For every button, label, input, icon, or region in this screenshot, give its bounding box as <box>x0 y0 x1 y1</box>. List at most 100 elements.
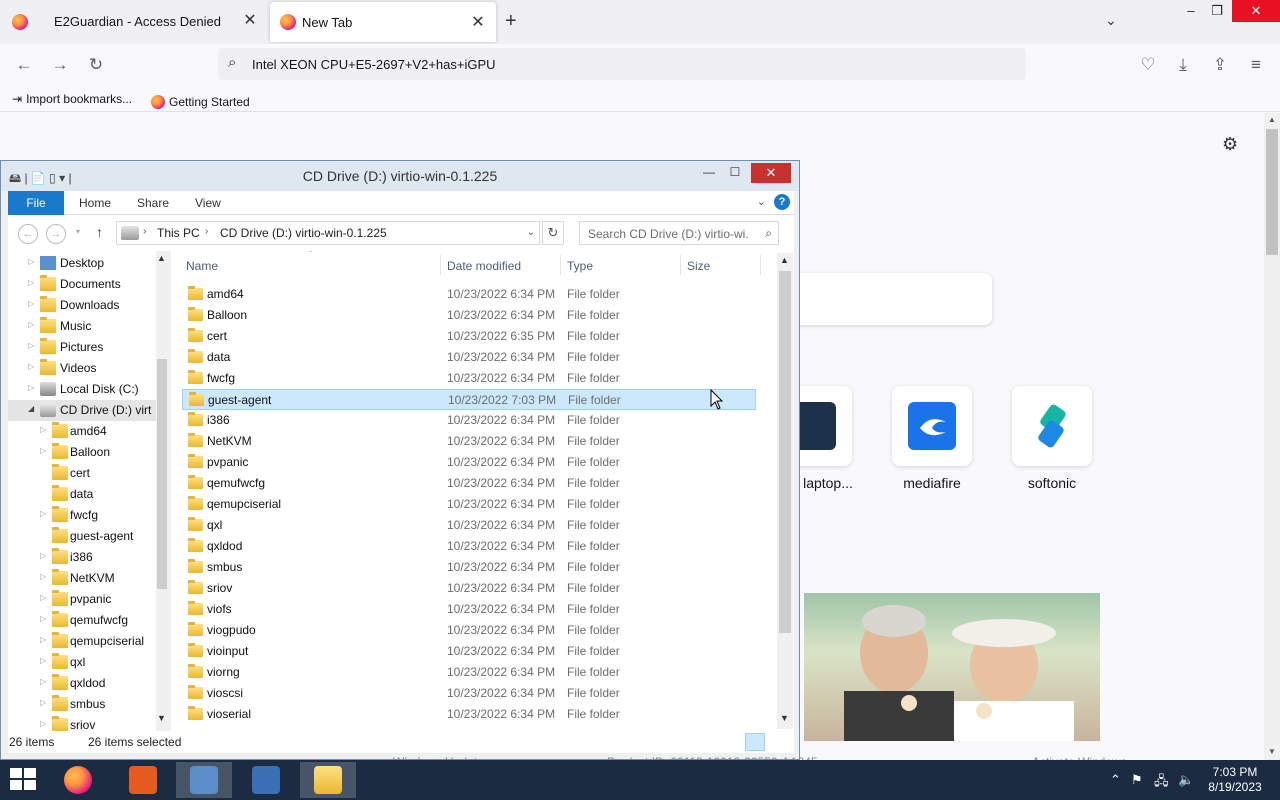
extensions-icon[interactable]: ⇪ <box>1210 55 1230 75</box>
restore-icon[interactable]: ❐ <box>1202 0 1232 22</box>
list-all-tabs-icon[interactable]: ⌄ <box>1105 12 1117 29</box>
nav-item-pvpanic[interactable]: ▷ pvpanic <box>8 589 158 610</box>
maximize-icon[interactable]: ☐ <box>721 165 749 185</box>
close-tab-icon[interactable]: ✕ <box>468 13 488 33</box>
file-row[interactable]: viorng 10/23/2022 6:34 PM File folder <box>182 662 756 683</box>
nav-item-local-disk[interactable]: ▷ Local Disk (C:) <box>8 379 158 400</box>
ribbon-tab-share[interactable]: Share <box>137 196 169 210</box>
search-input[interactable]: Search CD Drive (D:) virtio-wi... ⌕ <box>579 221 779 245</box>
scroll-down-icon[interactable]: ▼ <box>1268 747 1276 756</box>
ribbon-tab-home[interactable]: Home <box>79 196 111 210</box>
file-row[interactable]: guest-agent 10/23/2022 7:03 PM File folder <box>182 389 756 410</box>
minimize-icon[interactable]: — <box>695 165 723 185</box>
show-hidden-icons-icon[interactable]: ⌃ <box>1110 772 1121 788</box>
nav-item-sriov[interactable]: ▷ sriov <box>8 715 158 731</box>
explorer-title-bar[interactable]: 🖴 | 📄 ▯ ▾ | CD Drive (D:) virtio-win-0.1… <box>1 161 799 191</box>
file-row[interactable]: data 10/23/2022 6:34 PM File folder <box>182 347 756 368</box>
nav-item-qxldod[interactable]: ▷ qxldod <box>8 673 158 694</box>
column-header-type[interactable]: Type <box>567 259 593 273</box>
bookmark-import[interactable]: ⇥ Import bookmarks... <box>12 92 132 106</box>
expand-arrow-icon[interactable]: ▷ <box>40 677 46 686</box>
downloads-icon[interactable]: ⤓ <box>1173 55 1193 75</box>
bookmark-getting-started[interactable]: Getting Started <box>151 92 250 109</box>
file-row[interactable]: viogpudo 10/23/2022 6:34 PM File folder <box>182 620 756 641</box>
file-row[interactable]: smbus 10/23/2022 6:34 PM File folder <box>182 557 756 578</box>
scroll-down-icon[interactable]: ▼ <box>780 713 789 723</box>
expand-arrow-icon[interactable]: ▷ <box>40 446 46 455</box>
ribbon-tab-file[interactable]: File <box>8 191 64 215</box>
taskbar-remote-desktop[interactable] <box>238 762 294 798</box>
network-icon[interactable]: 🖧 <box>1154 772 1169 794</box>
column-divider[interactable] <box>680 255 681 275</box>
address-bar[interactable]: › This PC › CD Drive (D:) virtio-win-0.1… <box>116 221 540 245</box>
breadcrumb-chevron-icon[interactable]: › <box>205 226 208 237</box>
breadcrumb-this-pc[interactable]: This PC <box>157 226 200 240</box>
file-row[interactable]: NetKVM 10/23/2022 6:34 PM File folder <box>182 431 756 452</box>
forward-icon[interactable]: → <box>50 55 70 75</box>
scroll-up-icon[interactable]: ▲ <box>780 255 789 265</box>
file-row[interactable]: qxldod 10/23/2022 6:34 PM File folder <box>182 536 756 557</box>
file-row[interactable]: vioserial 10/23/2022 6:34 PM File folder <box>182 704 756 725</box>
nav-item-music[interactable]: ▷ Music <box>8 316 158 337</box>
nav-item-balloon[interactable]: ▷ Balloon <box>8 442 158 463</box>
scroll-thumb[interactable] <box>1266 129 1278 255</box>
file-row[interactable]: vioscsi 10/23/2022 6:34 PM File folder <box>182 683 756 704</box>
file-row[interactable]: qemupciserial 10/23/2022 6:34 PM File fold… <box>182 494 756 515</box>
expand-arrow-icon[interactable]: ▷ <box>40 551 46 560</box>
nav-item-amd64[interactable]: ▷ amd64 <box>8 421 158 442</box>
scroll-up-icon[interactable]: ▲ <box>1268 115 1276 124</box>
scroll-down-icon[interactable]: ▼ <box>157 713 166 723</box>
nav-item-documents[interactable]: ▷ Documents <box>8 274 158 295</box>
expand-arrow-icon[interactable]: ▷ <box>40 593 46 602</box>
large-icons-view-icon[interactable] <box>768 733 788 751</box>
nav-item-pictures[interactable]: ▷ Pictures <box>8 337 158 358</box>
file-row[interactable]: viofs 10/23/2022 6:34 PM File folder <box>182 599 756 620</box>
expand-arrow-icon[interactable]: ▷ <box>40 698 46 707</box>
nav-pane-scrollbar[interactable]: ▲ ▼ <box>156 251 168 731</box>
file-row[interactable]: fwcfg 10/23/2022 6:34 PM File folder <box>182 368 756 389</box>
file-row[interactable]: Balloon 10/23/2022 6:34 PM File folder <box>182 305 756 326</box>
nav-item-cert[interactable]: cert <box>8 463 158 484</box>
file-row[interactable]: cert 10/23/2022 6:35 PM File folder <box>182 326 756 347</box>
shortcut-tile-softonic[interactable] <box>1012 386 1092 466</box>
details-view-icon[interactable] <box>745 733 765 751</box>
new-tab-button[interactable]: + <box>505 10 517 32</box>
column-divider[interactable] <box>440 255 441 275</box>
expand-arrow-icon[interactable]: ▷ <box>40 719 46 728</box>
file-row[interactable]: i386 10/23/2022 6:34 PM File folder <box>182 410 756 431</box>
scroll-thumb[interactable] <box>779 271 791 633</box>
settings-gear-icon[interactable]: ⚙ <box>1222 134 1238 155</box>
pocket-icon[interactable]: ♡ <box>1138 55 1158 75</box>
url-bar[interactable]: ⌕ Intel XEON CPU+E5-2697+V2+has+iGPU <box>218 48 1026 80</box>
nav-item-downloads[interactable]: ▷ Downloads <box>8 295 158 316</box>
volume-icon[interactable]: 🔈 <box>1178 772 1194 788</box>
taskbar-clock[interactable]: 7:03 PM 8/19/2023 <box>1200 765 1270 795</box>
expand-arrow-icon[interactable]: ▷ <box>40 656 46 665</box>
taskbar-server-manager[interactable] <box>176 762 232 798</box>
back-icon[interactable]: ← <box>14 55 34 75</box>
column-header-name[interactable]: Name <box>186 259 218 273</box>
ribbon-tab-view[interactable]: View <box>195 196 221 210</box>
file-row[interactable]: qxl 10/23/2022 6:34 PM File folder <box>182 515 756 536</box>
close-window-icon[interactable]: ✕ <box>1232 0 1280 22</box>
taskbar-file-explorer[interactable] <box>300 762 356 798</box>
nav-item-data[interactable]: data <box>8 484 158 505</box>
expand-arrow-icon[interactable]: ▷ <box>40 425 46 434</box>
forward-icon[interactable]: → <box>46 224 66 244</box>
firefox-menu-icon[interactable] <box>12 14 28 30</box>
nav-item-qemufwcfg[interactable]: ▷ qemufwcfg <box>8 610 158 631</box>
chevron-down-icon[interactable]: ⌄ <box>527 227 535 238</box>
newtab-search-box[interactable] <box>790 273 992 325</box>
nav-item-qemupciserial[interactable]: ▷ qemupciserial <box>8 631 158 652</box>
action-center-flag-icon[interactable]: ⚑ <box>1131 772 1143 788</box>
sponsored-story-image[interactable] <box>804 593 1100 741</box>
start-button[interactable] <box>10 768 38 792</box>
up-folder-icon[interactable]: ↑ <box>96 224 103 240</box>
file-row[interactable]: sriov 10/23/2022 6:34 PM File folder <box>182 578 756 599</box>
page-scrollbar[interactable]: ▲ ▼ <box>1264 113 1280 760</box>
nav-item-desktop[interactable]: ▷ Desktop <box>8 253 158 274</box>
tab-new-tab[interactable]: New Tab ✕ <box>270 2 496 42</box>
expand-arrow-icon[interactable]: ▷ <box>40 509 46 518</box>
file-row[interactable]: qemufwcfg 10/23/2022 6:34 PM File folder <box>182 473 756 494</box>
nav-item-cd-drive[interactable]: ◢ CD Drive (D:) virt <box>8 400 158 421</box>
